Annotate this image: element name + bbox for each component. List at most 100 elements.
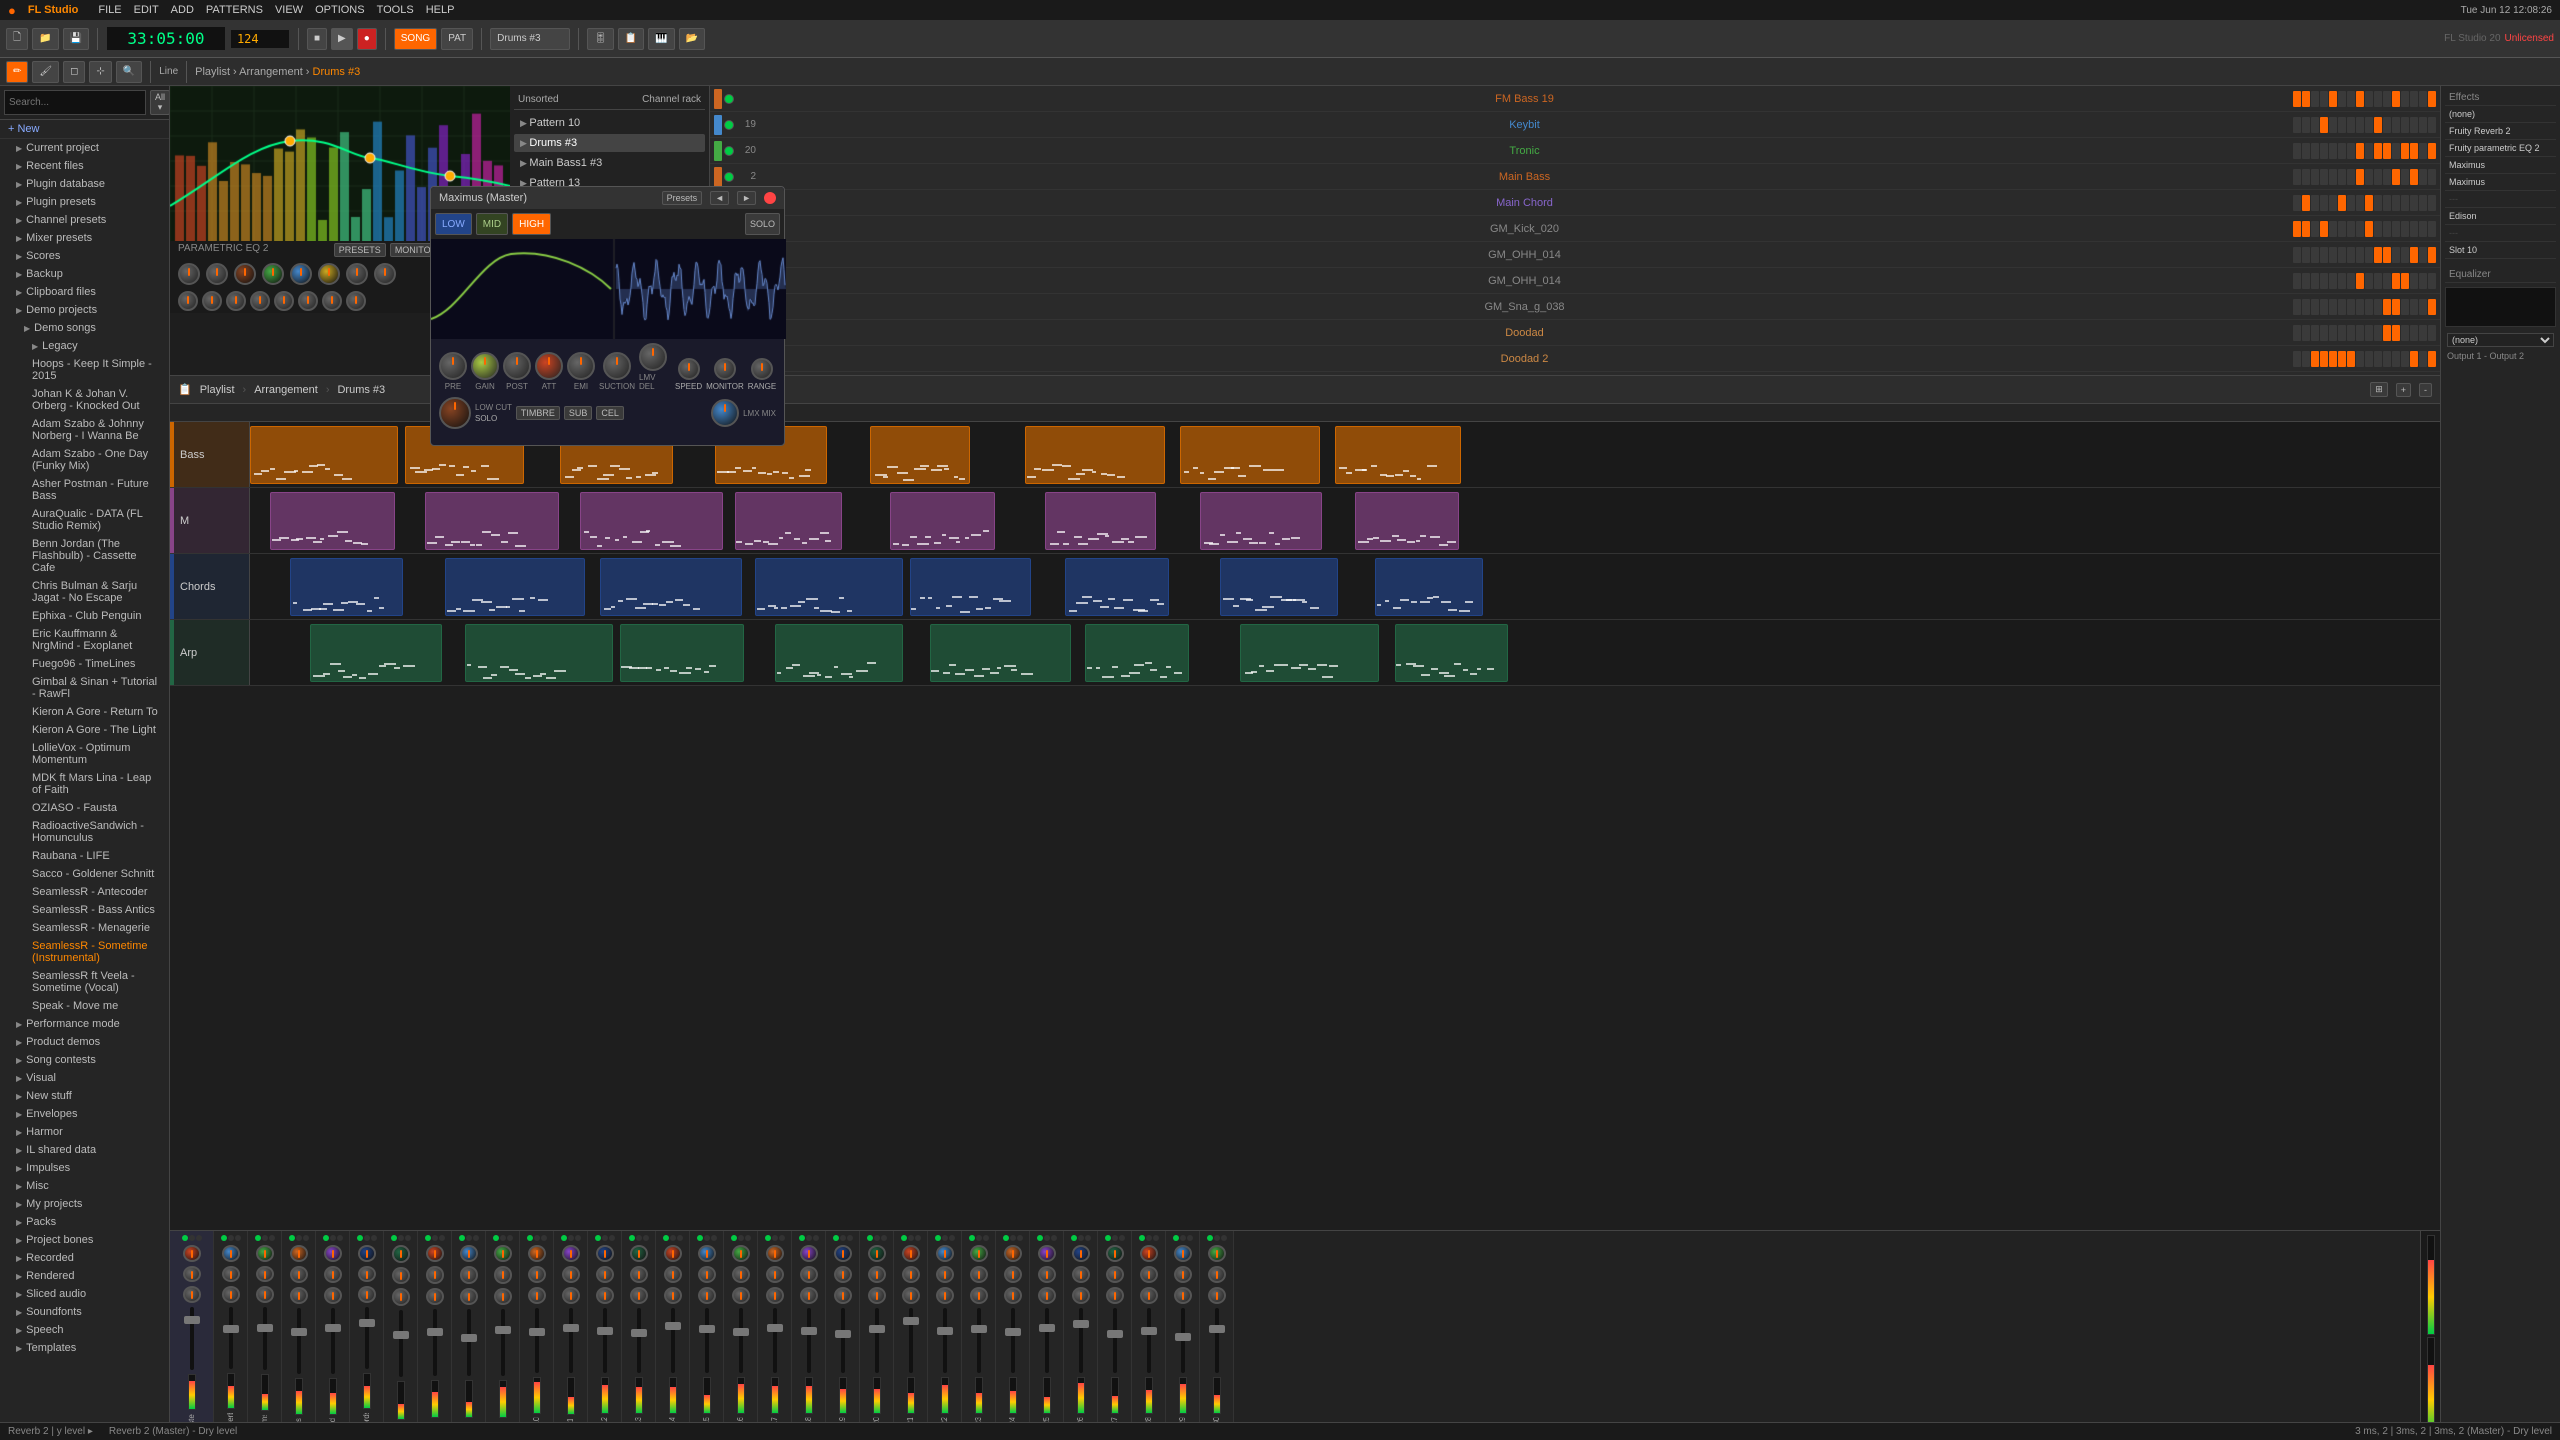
right-panel-item-6[interactable]: Edison — [2445, 208, 2556, 225]
playlist-block-3-4[interactable] — [930, 624, 1071, 682]
pattern-step[interactable] — [2320, 325, 2328, 341]
sidebar-item-31[interactable]: Sacco - Goldener Schnitt — [0, 865, 169, 883]
channel-row-9[interactable]: 10Doodad — [710, 320, 2440, 346]
pattern-step[interactable] — [2302, 221, 2310, 237]
mixer-knob-2[interactable] — [1140, 1287, 1158, 1304]
mixer-led[interactable] — [432, 1235, 438, 1241]
pattern-step[interactable] — [2293, 299, 2301, 315]
sidebar-item-2[interactable]: ▶ Plugin database — [0, 175, 169, 193]
pattern-step[interactable] — [2419, 273, 2427, 289]
mixer-fader-handle[interactable] — [665, 1322, 681, 1330]
mixer-fader-handle[interactable] — [223, 1325, 239, 1333]
pattern-step[interactable] — [2356, 117, 2364, 133]
mixer-led[interactable] — [1221, 1235, 1227, 1241]
pattern-step[interactable] — [2356, 273, 2364, 289]
mixer-led[interactable] — [568, 1235, 574, 1241]
pattern-step[interactable] — [2410, 169, 2418, 185]
mixer-led[interactable] — [813, 1235, 819, 1241]
mixer-fader-handle[interactable] — [631, 1329, 647, 1337]
search-all-btn[interactable]: All ▾ — [150, 90, 170, 115]
pattern-step[interactable] — [2428, 273, 2436, 289]
pattern-step[interactable] — [2347, 273, 2355, 289]
mixer-knob-2[interactable] — [1174, 1287, 1192, 1304]
maximus-monitor-knob[interactable] — [714, 358, 736, 380]
mixer-fader-handle[interactable] — [869, 1325, 885, 1333]
pattern-step[interactable] — [2401, 247, 2409, 263]
channel-name-btn[interactable]: Doodad — [758, 327, 2291, 339]
pattern-step[interactable] — [2302, 91, 2310, 107]
mixer-led[interactable] — [629, 1235, 635, 1241]
pattern-step[interactable] — [2311, 273, 2319, 289]
sidebar-item-12[interactable]: Hoops - Keep It Simple - 2015 — [0, 355, 169, 385]
sidebar-item-19[interactable]: Chris Bulman & Sarju Jagat - No Escape — [0, 577, 169, 607]
mixer-led[interactable] — [731, 1235, 737, 1241]
pattern-step[interactable] — [2383, 325, 2391, 341]
channel-row-0[interactable]: FM Bass 19 — [710, 86, 2440, 112]
right-panel-item-5[interactable]: --- — [2445, 191, 2556, 208]
mixer-led[interactable] — [799, 1235, 805, 1241]
mixer-led[interactable] — [337, 1235, 343, 1241]
pattern-step[interactable] — [2320, 221, 2328, 237]
sidebar-item-41[interactable]: ▶ Visual — [0, 1069, 169, 1087]
eq-knob-3[interactable] — [234, 263, 256, 285]
mixer-knob-0[interactable] — [1038, 1245, 1056, 1262]
pattern-step[interactable] — [2347, 169, 2355, 185]
pattern-step[interactable] — [2347, 221, 2355, 237]
channel-row-8[interactable]: GM_Sna_g_038 — [710, 294, 2440, 320]
pattern-step[interactable] — [2401, 325, 2409, 341]
mixer-fader-handle[interactable] — [1005, 1328, 1021, 1336]
sidebar-new-btn[interactable]: + New — [0, 120, 169, 139]
mixer-led[interactable] — [1078, 1235, 1084, 1241]
playlist-zoom-in[interactable]: + — [2396, 383, 2411, 397]
pattern-step[interactable] — [2374, 143, 2382, 159]
mixer-knob-0[interactable] — [392, 1245, 410, 1263]
pattern-step[interactable] — [2374, 247, 2382, 263]
sidebar-item-30[interactable]: Raubana - LIFE — [0, 847, 169, 865]
channel-row-4[interactable]: 22Main Chord — [710, 190, 2440, 216]
sidebar-item-49[interactable]: ▶ Packs — [0, 1213, 169, 1231]
mixer-led[interactable] — [663, 1235, 669, 1241]
pattern-step[interactable] — [2410, 91, 2418, 107]
play-button[interactable]: ▶ — [331, 28, 353, 50]
pattern-step[interactable] — [2365, 143, 2373, 159]
sidebar-item-39[interactable]: ▶ Product demos — [0, 1033, 169, 1051]
pattern-step[interactable] — [2311, 299, 2319, 315]
mixer-led[interactable] — [575, 1235, 581, 1241]
pattern-step[interactable] — [2293, 351, 2301, 367]
playlist-block-1-0[interactable] — [270, 492, 395, 550]
pattern-step[interactable] — [2338, 143, 2346, 159]
pattern-step[interactable] — [2392, 195, 2400, 211]
pattern-step[interactable] — [2419, 143, 2427, 159]
pattern-step[interactable] — [2302, 325, 2310, 341]
mixer-led[interactable] — [643, 1235, 649, 1241]
sidebar-item-53[interactable]: ▶ Sliced audio — [0, 1285, 169, 1303]
playlist-block-3-1[interactable] — [465, 624, 613, 682]
playlist-btn[interactable]: 📋 — [618, 28, 644, 50]
mixer-knob-0[interactable] — [324, 1245, 342, 1262]
pattern-step[interactable] — [2293, 195, 2301, 211]
mixer-led[interactable] — [364, 1235, 370, 1241]
sidebar-item-10[interactable]: ▶ Demo songs — [0, 319, 169, 337]
mixer-knob-2[interactable] — [426, 1288, 444, 1305]
maximus-cel-btn[interactable]: CEL — [596, 406, 624, 420]
mixer-led[interactable] — [221, 1235, 227, 1241]
sidebar-item-27[interactable]: MDK ft Mars Lina - Leap of Faith — [0, 769, 169, 799]
sidebar-item-47[interactable]: ▶ Misc — [0, 1177, 169, 1195]
sidebar-item-50[interactable]: ▶ Project bones — [0, 1231, 169, 1249]
sidebar-item-55[interactable]: ▶ Speech — [0, 1321, 169, 1339]
pattern-step[interactable] — [2410, 299, 2418, 315]
channel-row-2[interactable]: 20Tronic — [710, 138, 2440, 164]
mixer-knob-2[interactable] — [1106, 1287, 1124, 1304]
channel-name-btn[interactable]: GM_Kick_020 — [758, 223, 2291, 235]
eq-knob-row2-2[interactable] — [202, 291, 222, 311]
mixer-fader-handle[interactable] — [529, 1328, 545, 1336]
playlist-block-3-7[interactable] — [1395, 624, 1508, 682]
mixer-knob-2[interactable] — [290, 1287, 308, 1304]
mixer-knob-0[interactable] — [732, 1245, 750, 1262]
pattern-step[interactable] — [2374, 221, 2382, 237]
right-panel-item-0[interactable]: (none) — [2445, 106, 2556, 123]
pattern-step[interactable] — [2338, 351, 2346, 367]
mixer-fader-handle[interactable] — [1039, 1324, 1055, 1332]
mixer-knob-2[interactable] — [494, 1288, 512, 1305]
mixer-led[interactable] — [1003, 1235, 1009, 1241]
